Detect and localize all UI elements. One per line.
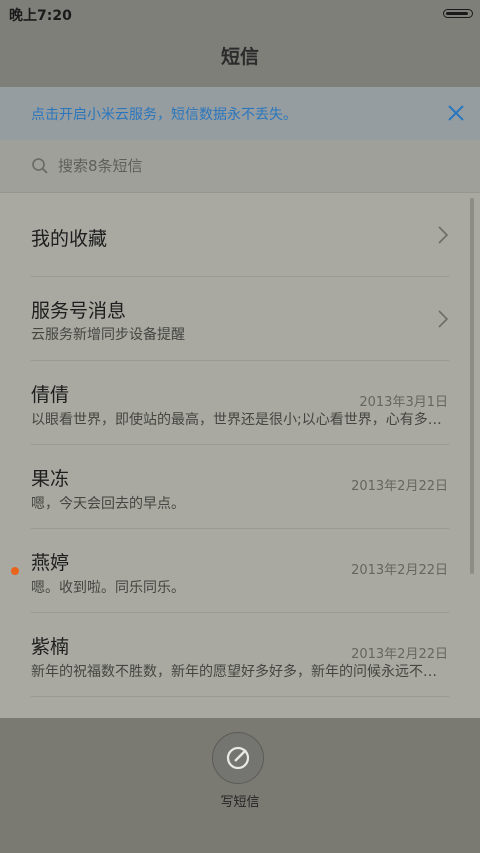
folder-title: 我的收藏 [31,228,108,250]
compose-label[interactable]: 写短信 [0,791,480,810]
conversation-item[interactable]: 果冻 2013年2月22日 嗯，今天会回去的早点。 [0,445,480,529]
search-icon [32,158,48,174]
message-preview: 新年的祝福数不胜数，新年的愿望好多好多，新年的问候永远不变。 [31,664,445,680]
battery-icon [443,9,473,18]
status-bar: 晚上7:20 [0,0,480,28]
search-bar[interactable] [0,140,480,193]
message-date: 2013年2月22日 [351,479,448,494]
conversation-list: 我的收藏 服务号消息 云服务新增同步设备提醒 倩倩 2013年3月1日 以眼看世… [0,193,480,697]
chevron-right-icon [438,226,449,244]
battery-level [446,11,468,15]
contact-name: 燕婷 [31,552,70,574]
title-bar: 短信 [0,28,480,87]
message-date: 2013年2月22日 [351,563,448,578]
search-input[interactable] [58,154,438,178]
message-preview: 嗯，今天会回去的早点。 [31,496,185,512]
compose-icon [226,746,250,770]
cloud-service-banner[interactable]: 点击开启小米云服务，短信数据永不丢失。 [0,87,480,140]
compose-button[interactable] [212,732,264,784]
message-preview: 以眼看世界，即使站的最高，世界还是很小;以心看世界，心有多宽世界就有多大。 [31,412,445,428]
status-time: 晚上7:20 [9,8,72,24]
folder-subtitle: 云服务新增同步设备提醒 [31,327,185,343]
contact-name: 倩倩 [31,384,70,406]
bottom-bar: 写短信 [0,718,480,853]
conversation-item[interactable]: 燕婷 2013年2月22日 嗯。收到啦。同乐同乐。 [0,529,480,613]
contact-name: 紫楠 [31,636,70,658]
cloud-banner-text[interactable]: 点击开启小米云服务，短信数据永不丢失。 [31,104,297,124]
close-icon[interactable] [446,103,466,123]
folder-service-messages[interactable]: 服务号消息 云服务新增同步设备提醒 [0,277,480,361]
message-date: 2013年2月22日 [351,647,448,662]
page-title: 短信 [220,46,259,68]
contact-name: 果冻 [31,468,70,490]
unread-indicator [11,567,19,575]
chevron-right-icon [438,310,449,328]
scrollbar[interactable] [470,198,474,574]
message-preview: 嗯。收到啦。同乐同乐。 [31,580,185,596]
conversation-item[interactable]: 倩倩 2013年3月1日 以眼看世界，即使站的最高，世界还是很小;以心看世界，心… [0,361,480,445]
message-date: 2013年3月1日 [359,395,448,410]
conversation-item[interactable]: 紫楠 2013年2月22日 新年的祝福数不胜数，新年的愿望好多好多，新年的问候永… [0,613,480,697]
folder-favorites[interactable]: 我的收藏 [0,193,480,277]
folder-title: 服务号消息 [31,300,127,322]
